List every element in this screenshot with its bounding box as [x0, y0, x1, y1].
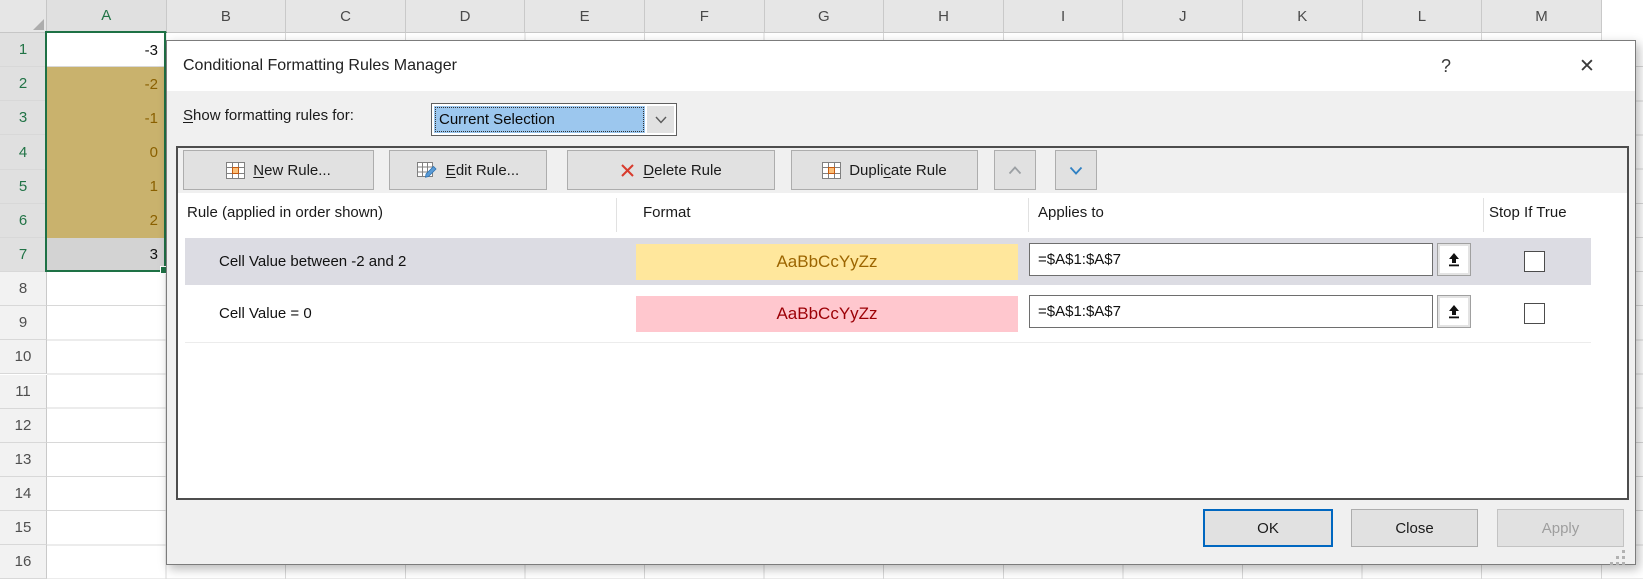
scope-dropdown-value: Current Selection	[434, 106, 645, 133]
select-all-corner[interactable]	[0, 0, 47, 33]
applies-to-input[interactable]	[1029, 243, 1433, 276]
chevron-down-move-icon	[1069, 166, 1083, 175]
stop-if-true-checkbox[interactable]	[1524, 303, 1545, 324]
cell-A4[interactable]: 0	[47, 135, 166, 169]
column-header-L[interactable]: L	[1363, 0, 1483, 33]
cell-A6[interactable]: 2	[47, 204, 166, 238]
cell-A3[interactable]: -1	[47, 101, 166, 135]
row-header-4[interactable]: 4	[0, 135, 47, 169]
excel-window: ABCDEFGHIJKLM 12345678910111213141516 -3…	[0, 0, 1643, 579]
column-header-B[interactable]: B	[167, 0, 287, 33]
ok-button[interactable]: OK	[1203, 509, 1333, 547]
delete-rule-button[interactable]: Delete Rule	[567, 150, 775, 190]
column-header-K[interactable]: K	[1243, 0, 1363, 33]
column-header-E[interactable]: E	[525, 0, 645, 33]
column-header-H[interactable]: H	[884, 0, 1004, 33]
move-down-button[interactable]	[1055, 150, 1097, 190]
show-rules-label: Show formatting rules for:	[183, 103, 354, 129]
column-header-F[interactable]: F	[645, 0, 765, 33]
duplicate-rule-icon	[822, 162, 841, 179]
column-header-M[interactable]: M	[1482, 0, 1602, 33]
cf-rules-manager-dialog: Conditional Formatting Rules Manager ? ✕…	[166, 40, 1636, 565]
row-header-8[interactable]: 8	[0, 272, 47, 306]
row-header-14[interactable]: 14	[0, 477, 47, 511]
row-header-1[interactable]: 1	[0, 33, 47, 67]
row-header-3[interactable]: 3	[0, 101, 47, 135]
rule-format-preview: AaBbCcYyZz	[636, 244, 1018, 280]
row-header-16[interactable]: 16	[0, 545, 47, 579]
header-separator	[1483, 198, 1484, 232]
edit-rule-icon	[417, 162, 438, 179]
row-header-12[interactable]: 12	[0, 409, 47, 443]
row-header-5[interactable]: 5	[0, 170, 47, 204]
column-header-A[interactable]: A	[47, 0, 167, 33]
header-separator	[616, 198, 617, 232]
rule-name: Cell Value = 0	[219, 290, 312, 337]
column-header-stop-if-true: Stop If True	[1489, 201, 1567, 225]
row-header-7[interactable]: 7	[0, 238, 47, 272]
rule-row[interactable]: Cell Value between -2 and 2 AaBbCcYyZz	[185, 238, 1591, 285]
new-rule-button[interactable]: New Rule...	[183, 150, 374, 190]
column-header-D[interactable]: D	[406, 0, 526, 33]
applies-to-input[interactable]	[1029, 295, 1433, 328]
column-header-format: Format	[643, 201, 691, 225]
row-header-2[interactable]: 2	[0, 67, 47, 101]
scope-dropdown[interactable]: Current Selection	[431, 103, 677, 136]
header-separator	[1028, 198, 1029, 232]
column-header-rule: Rule (applied in order shown)	[187, 201, 383, 225]
rule-format-preview: AaBbCcYyZz	[636, 296, 1018, 332]
cell-A2[interactable]: -2	[47, 67, 166, 101]
row-header-9[interactable]: 9	[0, 306, 47, 340]
column-header-G[interactable]: G	[765, 0, 885, 33]
column-header-I[interactable]: I	[1004, 0, 1124, 33]
cell-A1[interactable]: -3	[47, 33, 166, 67]
help-icon[interactable]: ?	[1431, 51, 1461, 81]
new-rule-icon	[226, 162, 245, 179]
cell-A5[interactable]: 1	[47, 170, 166, 204]
move-up-button[interactable]	[994, 150, 1036, 190]
select-all-triangle-icon	[33, 19, 44, 30]
column-header-applies-to: Applies to	[1038, 201, 1104, 225]
chevron-down-icon[interactable]	[647, 106, 674, 133]
resize-grip[interactable]	[1609, 549, 1627, 565]
rule-row[interactable]: Cell Value = 0 AaBbCcYyZz	[185, 290, 1591, 337]
rule-list-divider	[185, 342, 1591, 343]
column-header-J[interactable]: J	[1123, 0, 1243, 33]
stop-if-true-checkbox[interactable]	[1524, 251, 1545, 272]
collapse-dialog-icon[interactable]	[1437, 295, 1471, 328]
close-button[interactable]: Close	[1351, 509, 1478, 547]
row-header-13[interactable]: 13	[0, 443, 47, 477]
duplicate-rule-button[interactable]: Duplicate Rule	[791, 150, 978, 190]
column-header-C[interactable]: C	[286, 0, 406, 33]
dialog-titlebar[interactable]: Conditional Formatting Rules Manager ? ✕	[167, 41, 1635, 91]
edit-rule-button[interactable]: Edit Rule...	[389, 150, 547, 190]
cell-A7[interactable]: 3	[47, 238, 166, 272]
rule-name: Cell Value between -2 and 2	[219, 238, 406, 285]
chevron-up-icon	[1008, 166, 1022, 175]
delete-rule-icon	[620, 163, 635, 178]
dialog-title: Conditional Formatting Rules Manager	[183, 41, 457, 91]
row-header-15[interactable]: 15	[0, 511, 47, 545]
close-icon[interactable]: ✕	[1572, 51, 1602, 81]
collapse-dialog-icon[interactable]	[1437, 243, 1471, 276]
apply-button: Apply	[1497, 509, 1624, 547]
row-header-11[interactable]: 11	[0, 375, 47, 409]
row-header-6[interactable]: 6	[0, 204, 47, 238]
row-header-10[interactable]: 10	[0, 340, 47, 374]
